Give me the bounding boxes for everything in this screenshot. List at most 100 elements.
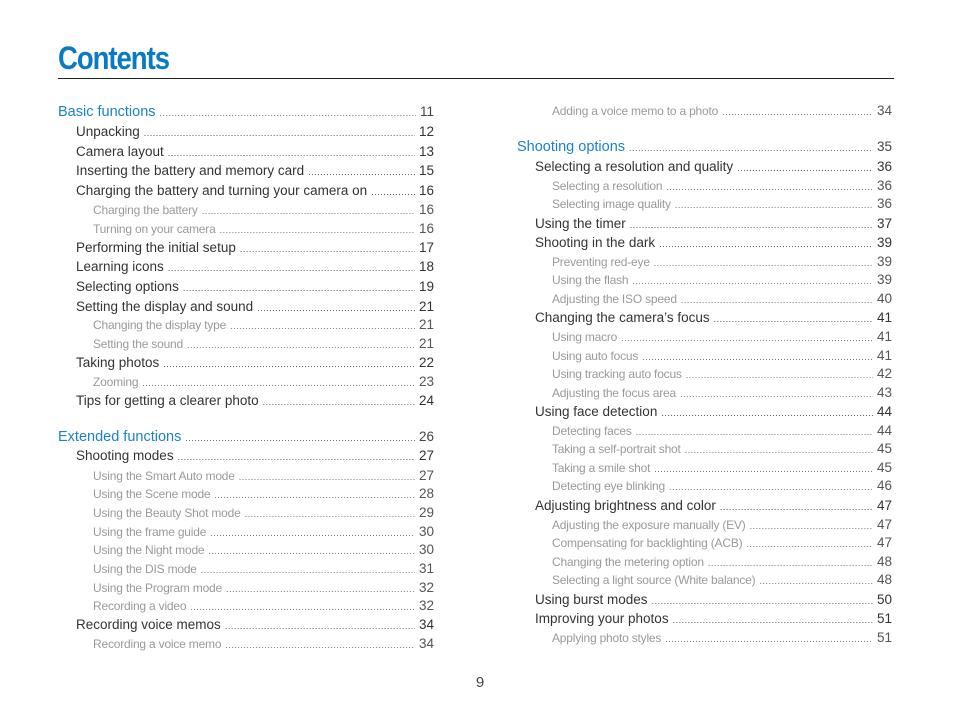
toc-entry-label: Recording voice memos <box>76 617 221 632</box>
toc-page-number: 34 <box>876 103 892 118</box>
dot-leader <box>257 303 415 313</box>
toc-entry-label: Changing the metering option <box>552 555 704 569</box>
toc-page-number: 15 <box>418 163 434 178</box>
dot-leader <box>659 239 873 249</box>
toc-page-number: 46 <box>876 478 892 493</box>
toc-subentry[interactable]: Using the DIS mode 31 <box>93 561 434 579</box>
toc-entry[interactable]: Improving your photos 51 <box>535 611 892 629</box>
toc-entry[interactable]: Shooting in the dark 39 <box>535 235 892 253</box>
dot-leader <box>722 107 873 117</box>
dot-leader <box>187 340 415 350</box>
toc-page-number: 47 <box>876 535 892 550</box>
toc-entry[interactable]: Setting the display and sound 21 <box>76 299 434 317</box>
toc-subentry[interactable]: Taking a self-portrait shot 45 <box>552 441 892 459</box>
toc-subentry[interactable]: Selecting a resolution 36 <box>552 178 892 196</box>
toc-subentry[interactable]: Adjusting the focus area 43 <box>552 385 892 403</box>
toc-entry[interactable]: Using burst modes 50 <box>535 592 892 610</box>
toc-subentry[interactable]: Adjusting the exposure manually (EV) 47 <box>552 517 892 535</box>
toc-subentry[interactable]: Turning on your camera 16 <box>93 221 434 239</box>
toc-page-number: 47 <box>876 498 892 513</box>
toc-page-number: 51 <box>876 611 892 626</box>
toc-entry-label: Inserting the battery and memory card <box>76 163 305 178</box>
toc-subentry[interactable]: Using the Night mode 30 <box>93 542 434 560</box>
toc-entry[interactable]: Charging the battery and turning your ca… <box>76 183 434 201</box>
toc-subentry[interactable]: Applying photo styles 51 <box>552 630 892 648</box>
toc-subentry[interactable]: Preventing red-eye 39 <box>552 254 892 272</box>
toc-subentry[interactable]: Using the Program mode 32 <box>93 580 434 598</box>
toc-entry[interactable]: Selecting options 19 <box>76 279 434 297</box>
toc-entry-label: Improving your photos <box>535 611 669 626</box>
toc-entry[interactable]: Using face detection 44 <box>535 404 892 422</box>
toc-page-number: 45 <box>876 460 892 475</box>
dot-leader <box>144 128 415 138</box>
toc-entry-label: Using the timer <box>535 216 626 231</box>
toc-entry-label: Applying photo styles <box>552 631 662 645</box>
toc-subentry[interactable]: Using the frame guide 30 <box>93 524 434 542</box>
toc-entry[interactable]: Inserting the battery and memory card 15 <box>76 163 434 181</box>
toc-entry-label: Adjusting brightness and color <box>535 498 716 513</box>
toc-entry-label: Changing the camera’s focus <box>535 310 710 325</box>
toc-entry[interactable]: Changing the camera’s focus 41 <box>535 310 892 328</box>
toc-subentry[interactable]: Setting the sound 21 <box>93 336 434 354</box>
toc-entry[interactable]: Performing the initial setup 17 <box>76 240 434 258</box>
toc-section[interactable]: Shooting options 35 <box>517 139 892 157</box>
dot-leader <box>673 615 873 625</box>
toc-subentry[interactable]: Using tracking auto focus 42 <box>552 366 892 384</box>
toc-page-number: 17 <box>418 240 434 255</box>
toc-entry-label: Using the Scene mode <box>93 487 211 501</box>
toc-page-number: 30 <box>418 524 434 539</box>
toc-entry[interactable]: Shooting modes 27 <box>76 448 434 466</box>
toc-subentry[interactable]: Selecting image quality 36 <box>552 196 892 214</box>
toc-subentry[interactable]: Using the Beauty Shot mode 29 <box>93 505 434 523</box>
toc-page-number: 36 <box>876 196 892 211</box>
toc-entry[interactable]: Recording voice memos 34 <box>76 617 434 635</box>
toc-subentry[interactable]: Using the flash 39 <box>552 272 892 290</box>
toc-entry[interactable]: Using the timer 37 <box>535 216 892 234</box>
toc-subentry[interactable]: Detecting faces 44 <box>552 423 892 441</box>
dot-leader <box>190 602 415 612</box>
toc-entry[interactable]: Tips for getting a clearer photo 24 <box>76 393 434 411</box>
toc-entry-label: Using auto focus <box>552 349 639 363</box>
toc-subentry[interactable]: Selecting a light source (White balance)… <box>552 572 892 590</box>
toc-subentry[interactable]: Using auto focus 41 <box>552 348 892 366</box>
dot-leader <box>263 397 415 407</box>
toc-subentry[interactable]: Compensating for backlighting (ACB) 47 <box>552 535 892 553</box>
toc-entry[interactable]: Camera layout 13 <box>76 144 434 162</box>
dot-leader <box>210 528 415 538</box>
toc-entry[interactable]: Learning icons 18 <box>76 259 434 277</box>
toc-entry-label: Shooting modes <box>76 448 174 463</box>
toc-subentry[interactable]: Zooming 23 <box>93 374 434 392</box>
toc-subentry[interactable]: Changing the display type 21 <box>93 317 434 335</box>
toc-entry-label: Compensating for backlighting (ACB) <box>552 536 743 550</box>
toc-subentry[interactable]: Detecting eye blinking 46 <box>552 478 892 496</box>
toc-subentry[interactable]: Using macro 41 <box>552 329 892 347</box>
toc-subentry[interactable]: Using the Smart Auto mode 27 <box>93 468 434 486</box>
toc-subentry[interactable]: Using the Scene mode 28 <box>93 486 434 504</box>
toc-subentry[interactable]: Recording a video 32 <box>93 598 434 616</box>
toc-entry[interactable]: Adjusting brightness and color 47 <box>535 498 892 516</box>
toc-entry-label: Using macro <box>552 330 618 344</box>
toc-subentry[interactable]: Adjusting the ISO speed 40 <box>552 291 892 309</box>
dot-leader <box>230 321 415 331</box>
toc-entry[interactable]: Taking photos 22 <box>76 355 434 373</box>
toc-page-number: 42 <box>876 366 892 381</box>
toc-subentry[interactable]: Adding a voice memo to a photo 34 <box>552 103 892 121</box>
toc-entry-label: Selecting a resolution <box>552 179 663 193</box>
toc-entry[interactable]: Selecting a resolution and quality 36 <box>535 159 892 177</box>
toc-page-number: 31 <box>418 561 434 576</box>
toc-page-number: 45 <box>876 441 892 456</box>
toc-page-number: 24 <box>418 393 434 408</box>
toc-entry-label: Using tracking auto focus <box>552 367 682 381</box>
toc-section[interactable]: Basic functions 11 <box>58 104 434 122</box>
toc-entry-label: Shooting options <box>517 139 626 155</box>
toc-entry[interactable]: Unpacking 12 <box>76 124 434 142</box>
toc-entry-label: Unpacking <box>76 124 140 139</box>
toc-page-number: 50 <box>876 592 892 607</box>
dot-leader <box>308 167 415 177</box>
toc-subentry[interactable]: Changing the metering option 48 <box>552 554 892 572</box>
toc-subentry[interactable]: Taking a smile shot 45 <box>552 460 892 478</box>
toc-subentry[interactable]: Charging the battery 16 <box>93 202 434 220</box>
toc-section[interactable]: Extended functions 26 <box>58 429 434 447</box>
toc-subentry[interactable]: Recording a voice memo 34 <box>93 636 434 654</box>
toc-entry-label: Adjusting the ISO speed <box>552 292 677 306</box>
